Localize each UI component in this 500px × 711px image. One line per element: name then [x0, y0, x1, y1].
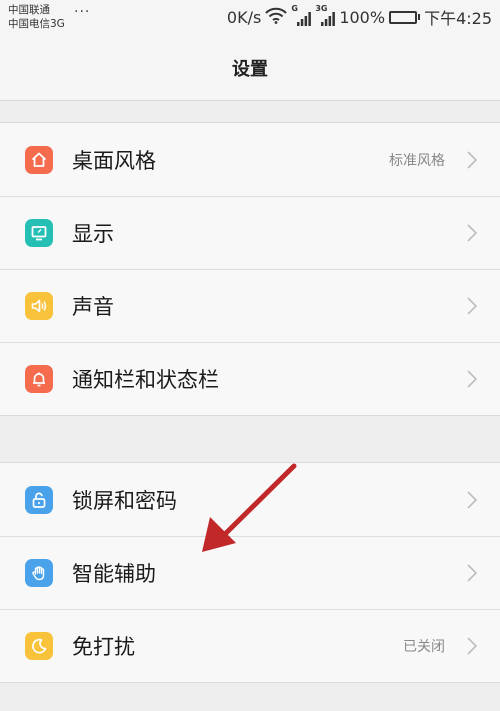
setting-smart-assist[interactable]: 智能辅助 [0, 536, 500, 609]
speaker-icon [25, 291, 53, 320]
setting-label: 免打扰 [72, 634, 135, 659]
carrier-info: 中国联通 中国电信3G [8, 3, 65, 31]
lock-icon [25, 485, 53, 514]
net-speed: 0K/s [226, 7, 262, 27]
carrier-2: 中国电信3G [8, 18, 65, 30]
setting-value: 已关闭 [403, 638, 445, 655]
bell-icon [25, 364, 53, 393]
moon-icon [25, 631, 53, 660]
chevron-right-icon [467, 490, 478, 509]
home-icon [25, 145, 53, 174]
settings-group-1: 桌面风格 标准风格 显示 声音 通知栏和状态栏 [0, 122, 500, 416]
chevron-right-icon [467, 563, 478, 582]
battery-percent: 100% [339, 7, 386, 27]
settings-group-2: 锁屏和密码 智能辅助 免打扰 已关闭 [0, 462, 500, 683]
chevron-right-icon [467, 296, 478, 315]
carrier-1: 中国联通 [8, 4, 50, 16]
more-notifications-icon: ··· [74, 4, 91, 20]
setting-do-not-disturb[interactable]: 免打扰 已关闭 [0, 609, 500, 682]
clock: 下午4:25 [424, 9, 492, 28]
setting-label: 锁屏和密码 [72, 488, 177, 513]
setting-notification-status-bar[interactable]: 通知栏和状态栏 [0, 342, 500, 415]
setting-desktop-style[interactable]: 桌面风格 标准风格 [0, 123, 500, 196]
battery-icon [389, 10, 421, 24]
chevron-right-icon [467, 150, 478, 169]
status-indicators: 0K/s G 3G 100% 下午4:25 [226, 4, 492, 28]
page-title: 设置 [232, 59, 268, 80]
signal-icon-1: G [291, 4, 312, 26]
setting-label: 通知栏和状态栏 [72, 367, 219, 392]
hand-icon [25, 558, 53, 587]
setting-lockscreen-password[interactable]: 锁屏和密码 [0, 463, 500, 536]
chevron-right-icon [467, 369, 478, 388]
setting-label: 智能辅助 [72, 561, 156, 586]
chevron-right-icon [467, 223, 478, 242]
setting-label: 显示 [72, 221, 114, 246]
setting-value: 标准风格 [389, 152, 445, 169]
signal-icon-2: 3G [315, 4, 336, 26]
setting-label: 声音 [72, 294, 114, 319]
setting-display[interactable]: 显示 [0, 196, 500, 269]
wifi-icon [265, 7, 288, 28]
chevron-right-icon [467, 636, 478, 655]
display-icon [25, 218, 53, 247]
setting-label: 桌面风格 [72, 148, 156, 173]
status-bar: 中国联通 中国电信3G ··· 0K/s G 3G 100% 下午4:25 [0, 0, 500, 36]
setting-sound[interactable]: 声音 [0, 269, 500, 342]
header: 设置 [0, 36, 500, 101]
